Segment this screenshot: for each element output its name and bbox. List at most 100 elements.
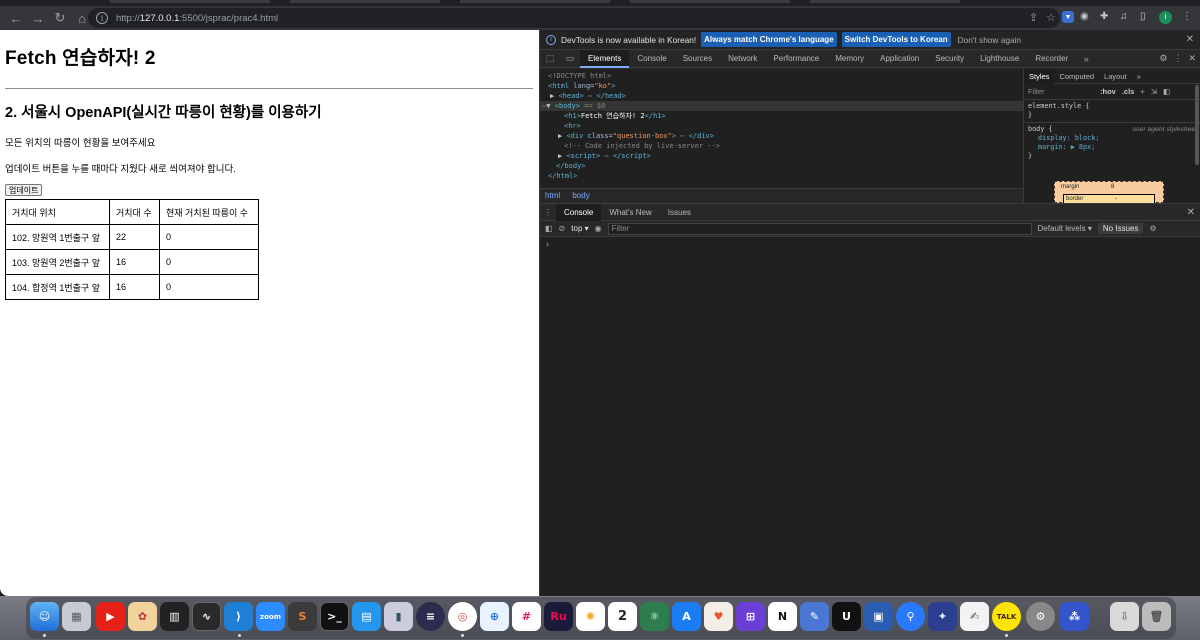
log-levels-dropdown[interactable]: Default levels ▾ — [1038, 224, 1092, 233]
console-settings-icon[interactable]: ⚙ — [1149, 224, 1156, 233]
calendar-icon[interactable]: 2 — [608, 602, 637, 631]
forward-icon[interactable]: → — [28, 8, 48, 28]
dom-node-selected[interactable]: ⋯▼ <body> == $0 — [540, 101, 1023, 111]
browser-tab[interactable] — [460, 0, 610, 3]
activity-monitor-icon[interactable]: ∿ — [192, 602, 221, 631]
browser-tab[interactable] — [810, 0, 960, 3]
tab-styles[interactable]: Styles — [1024, 68, 1055, 84]
safari-icon[interactable]: ⊕ — [480, 602, 509, 631]
breadcrumb-body[interactable]: body — [572, 191, 589, 200]
console-output[interactable]: › — [540, 237, 1200, 596]
tab-application[interactable]: Application — [872, 50, 927, 68]
context-selector[interactable]: top ▾ — [571, 224, 588, 233]
drawer-menu-icon[interactable]: ⋮ — [540, 208, 556, 217]
clear-console-icon[interactable]: ⊘ — [559, 224, 566, 233]
styles-filter-input[interactable]: Filter — [1028, 87, 1094, 96]
slack-icon[interactable]: # — [512, 602, 541, 631]
atom-icon[interactable]: ⚛ — [640, 602, 669, 631]
update-button[interactable]: 업데이트 — [5, 184, 43, 196]
styles-scrollbar[interactable] — [1195, 85, 1199, 165]
address-bar[interactable]: i http://127.0.0.1:5500/jsprac/prac4.htm… — [88, 8, 1060, 28]
terminal-icon[interactable]: >_ — [320, 602, 349, 631]
kakaotalk-icon[interactable]: TALK — [992, 602, 1021, 631]
browser-tab[interactable] — [290, 0, 440, 3]
add-rule-icon[interactable]: + — [1140, 87, 1144, 96]
breadcrumb-html[interactable]: html — [545, 191, 560, 200]
chrome-icon[interactable]: ◎ — [448, 602, 477, 631]
puzzle-icon[interactable]: ✚ — [1100, 11, 1108, 22]
trash-icon[interactable]: 🗑 — [1142, 602, 1171, 631]
hov-toggle[interactable]: :hov — [1100, 87, 1116, 96]
dom-node[interactable]: <html lang="ko"> — [540, 81, 1023, 91]
tab-recorder[interactable]: Recorder — [1027, 50, 1076, 68]
close-devtools-icon[interactable]: ✕ — [1188, 53, 1196, 64]
dom-node[interactable]: ▶ <div class="question-box"> ⋯ </div> — [540, 131, 1023, 141]
switch-to-korean-button[interactable]: Switch DevTools to Korean — [841, 32, 951, 47]
console-sidebar-icon[interactable]: ◧ — [545, 224, 553, 233]
downloads-stack-icon[interactable]: ⇩ — [1110, 602, 1139, 631]
issues-button[interactable]: No Issues — [1097, 223, 1144, 234]
device-toolbar-icon[interactable]: ▭ — [560, 53, 580, 64]
tab-memory[interactable]: Memory — [827, 50, 872, 68]
body-style-rule[interactable]: body {user agent stylesheet display: blo… — [1024, 122, 1200, 163]
app-store-icon[interactable]: A — [672, 602, 701, 631]
dom-node[interactable]: <h1>Fetch 연습하자! 2</h1> — [540, 111, 1023, 121]
bird-app-icon[interactable]: ✦ — [928, 602, 957, 631]
bookmark-star-icon[interactable]: ☆ — [1046, 11, 1056, 24]
finder-icon[interactable]: ☺ — [30, 602, 59, 631]
close-icon[interactable]: ✕ — [1186, 34, 1194, 45]
dont-show-again-link[interactable]: Don't show again — [958, 35, 1021, 45]
tab-security[interactable]: Security — [927, 50, 972, 68]
tab-sources[interactable]: Sources — [675, 50, 720, 68]
textedit-icon[interactable]: ✍ — [960, 602, 989, 631]
settings-gear-icon[interactable]: ⚙ — [1159, 53, 1167, 64]
readdle-icon[interactable]: ⊞ — [736, 602, 765, 631]
console-prompt[interactable]: › — [540, 237, 1200, 249]
disk-utility-icon[interactable]: ▮ — [384, 602, 413, 631]
eclipse-icon[interactable]: ≡ — [416, 602, 445, 631]
elements-tree[interactable]: <!DOCTYPE html> <html lang="ko"> ▶ <head… — [540, 69, 1023, 188]
docker-icon[interactable]: ▤ — [352, 602, 381, 631]
tab-issues[interactable]: Issues — [660, 204, 699, 221]
console-filter-input[interactable]: Filter — [607, 222, 1032, 235]
devtools-menu-icon[interactable]: ⋮ — [1173, 53, 1182, 64]
css-property-margin[interactable]: margin: ▶ 8px; — [1028, 143, 1197, 152]
network-app-icon[interactable]: ⁂ — [1060, 602, 1089, 631]
tab-layout[interactable]: Layout — [1099, 69, 1132, 84]
more-tabs-icon[interactable]: » — [1076, 54, 1096, 64]
media-icon[interactable]: ♫ — [1120, 11, 1128, 22]
reload-icon[interactable]: ↻ — [50, 8, 70, 28]
side-panel-icon[interactable]: ▯ — [1140, 11, 1146, 22]
photos-icon[interactable]: ✺ — [576, 602, 605, 631]
element-state-icon[interactable]: ⇲ — [1151, 87, 1157, 96]
sidebar-toggle-icon[interactable]: ◧ — [1163, 87, 1170, 96]
tab-lighthouse[interactable]: Lighthouse — [972, 50, 1027, 68]
profile-avatar[interactable]: I — [1159, 11, 1172, 24]
tab-console[interactable]: Console — [629, 50, 674, 68]
health-icon[interactable]: ♥ — [704, 602, 733, 631]
tab-elements[interactable]: Elements — [580, 49, 630, 68]
menu-kebab-icon[interactable]: ⋮ — [1182, 11, 1192, 22]
dom-node[interactable]: <!-- Code injected by live-server --> — [540, 141, 1023, 151]
live-expression-eye-icon[interactable]: ◉ — [595, 224, 602, 233]
cls-toggle[interactable]: .cls — [1122, 87, 1135, 96]
browser-tab[interactable] — [110, 0, 270, 3]
close-drawer-icon[interactable]: ✕ — [1187, 207, 1195, 218]
palette-icon[interactable]: ✿ — [128, 602, 157, 631]
share-icon[interactable]: ⇪ — [1029, 11, 1038, 24]
pen-app-icon[interactable]: ✎ — [800, 602, 829, 631]
maps-pin-icon[interactable]: ⚲ — [896, 602, 925, 631]
dom-node[interactable]: <hr> — [540, 121, 1023, 131]
dom-node[interactable]: ▶ <script> ⋯ </script> — [540, 151, 1023, 161]
css-property-display[interactable]: display: block; — [1028, 134, 1197, 143]
back-icon[interactable]: ← — [6, 8, 26, 28]
virtualbox-icon[interactable]: ▣ — [864, 602, 893, 631]
youtube-icon[interactable]: ▶ — [96, 602, 125, 631]
element-style-rule[interactable]: element.style { } — [1024, 100, 1200, 122]
tab-whats-new[interactable]: What's New — [601, 204, 659, 221]
more-tabs-icon[interactable]: » — [1132, 69, 1146, 84]
launchpad-icon[interactable]: ▦ — [62, 602, 91, 631]
system-settings-icon[interactable]: ⚙ — [1026, 602, 1055, 631]
tab-computed[interactable]: Computed — [1054, 69, 1099, 84]
tab-drawer-console[interactable]: Console — [556, 203, 602, 221]
